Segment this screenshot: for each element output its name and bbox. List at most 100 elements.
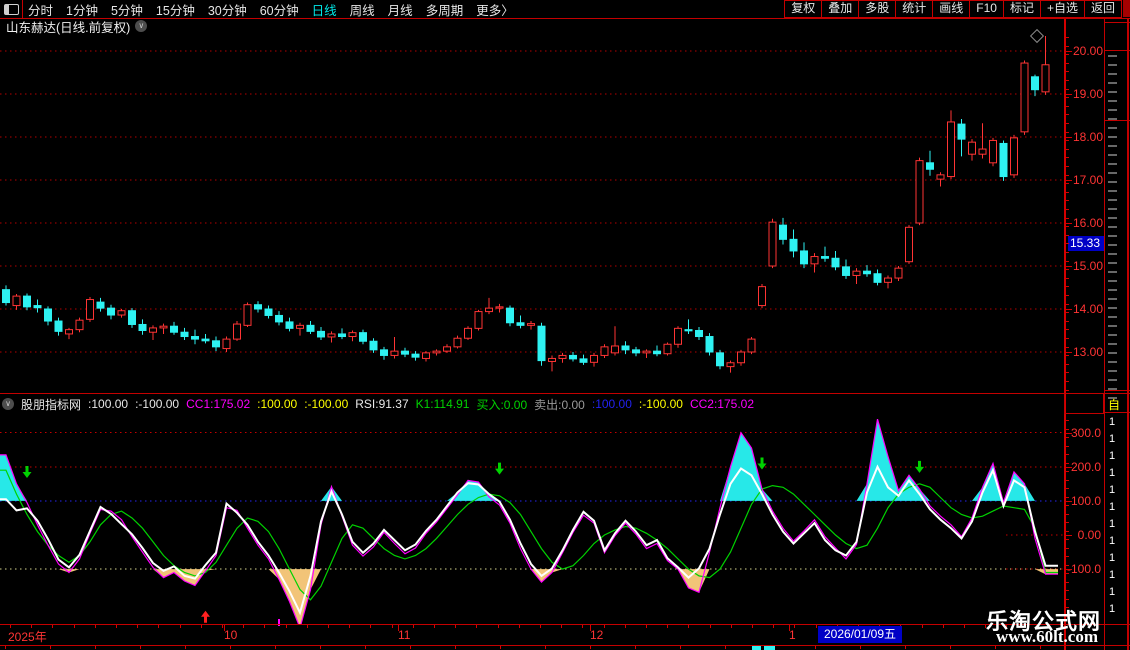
axis-minor-tick — [1066, 303, 1069, 305]
toolbar-period-min1[interactable]: 1分钟 — [66, 0, 98, 19]
timeline-tick — [498, 625, 499, 628]
axis-minor-tick — [1066, 54, 1069, 56]
layout-toggle-button[interactable] — [0, 0, 23, 18]
right-edge-border — [1127, 0, 1129, 650]
timeline-tick — [434, 625, 435, 628]
sliver-tick — [50, 646, 51, 649]
timeline-tick — [519, 625, 520, 628]
timeline-tick — [116, 625, 117, 628]
axis-minor-tick — [1066, 462, 1069, 464]
timeline-tick — [752, 625, 753, 628]
axis-minor-tick — [1066, 329, 1069, 331]
clipped-cyan-fragment — [764, 646, 775, 650]
axis-minor-tick — [1066, 243, 1069, 245]
cursor-date-badge: 2026/01/09五 — [818, 626, 902, 643]
toolbar-button-adjust[interactable]: 复权 — [784, 0, 823, 18]
toolbar-button-add-watchlist[interactable]: +自选 — [1039, 0, 1085, 18]
timeline-tick — [773, 625, 774, 628]
indicator-value: CC1:175.02 — [186, 397, 251, 411]
axis-minor-tick — [1066, 260, 1069, 262]
toolbar-button-mark[interactable]: 标记 — [1002, 0, 1041, 18]
buy-arrow — [201, 610, 210, 623]
sliver-tick — [815, 646, 816, 649]
chart-title[interactable]: 山东赫达(日线.前复权) — [6, 17, 130, 36]
axis-tick — [1066, 352, 1072, 353]
price-axis-label: 13.00 — [1073, 345, 1104, 359]
toolbar-button-draw-line[interactable]: 画线 — [932, 0, 971, 18]
toolbar-button-multi-stock[interactable]: 多股 — [858, 0, 897, 18]
toolbar-period-weekly[interactable]: 周线 — [350, 0, 375, 19]
toolbar-period-more[interactable]: 更多〉 — [476, 0, 514, 19]
axis-minor-tick — [1066, 80, 1069, 81]
axis-minor-tick — [1066, 363, 1069, 365]
chevron-down-circle-icon[interactable]: ∨ — [135, 20, 148, 32]
price-gridlines — [0, 50, 1064, 353]
indicator-line-cc1 — [0, 418, 1058, 626]
indicator-name[interactable]: 股朋指标网 — [21, 396, 81, 413]
indicator-value: CC2:175.02 — [689, 397, 754, 411]
timeline-bottom-divider — [0, 645, 1130, 646]
indicator-panel-divider — [0, 393, 1130, 394]
toolbar-period-min5[interactable]: 5分钟 — [111, 0, 143, 19]
axis-minor-tick — [1066, 114, 1069, 116]
indicator-chart[interactable] — [0, 414, 1064, 626]
timeline-tick — [95, 625, 96, 628]
axis-minor-tick — [1066, 269, 1069, 271]
axis-minor-tick — [1066, 573, 1069, 574]
value-axis-column: 15.33 20.00 19.00 18.00 17.00 16.00 15.00 14.0… — [1064, 19, 1107, 650]
axis-tick — [1066, 466, 1072, 468]
axis-minor-tick — [1066, 564, 1069, 566]
axis-tick — [1066, 569, 1072, 571]
toolbar-period-timeshare[interactable]: 分时 — [28, 0, 53, 19]
axis-minor-tick — [1066, 105, 1069, 107]
axis-strip-divider — [1104, 19, 1105, 650]
sliver-tick — [500, 646, 501, 649]
indicator-value: 买入:0.00 — [476, 397, 528, 412]
toolbar-period-min60[interactable]: 60分钟 — [260, 0, 299, 19]
axis-minor-tick — [1066, 71, 1069, 73]
toolbar-button-back[interactable]: 返回 — [1083, 0, 1122, 18]
indicator-axis-label: 300.0 — [1070, 425, 1101, 440]
axis-minor-tick — [1066, 131, 1069, 133]
sliver-tick — [320, 646, 321, 649]
toolbar-period-monthly[interactable]: 月线 — [388, 0, 413, 19]
axis-minor-tick — [1066, 505, 1069, 506]
indicator-chevron-circle-icon[interactable]: ∨ — [2, 398, 14, 410]
toolbar-period-min30[interactable]: 30分钟 — [208, 0, 247, 19]
indicator-value: :100.00 — [257, 397, 298, 411]
sliver-tick — [635, 646, 636, 649]
cursor-price-badge: 15.33 — [1068, 236, 1107, 251]
toolbar-button-f10[interactable]: F10 — [969, 0, 1004, 18]
toolbar-button-overlay[interactable]: 叠加 — [821, 0, 860, 18]
sliver-tick — [590, 646, 591, 649]
toolbar-button-stats[interactable]: 统计 — [895, 0, 934, 18]
timeline-tick — [328, 625, 329, 628]
strip-digit: 1 — [1109, 535, 1116, 547]
axis-minor-tick — [1066, 479, 1069, 481]
indicator-axis-label: 200.0 — [1070, 459, 1101, 474]
panel-layout-icon — [3, 3, 19, 15]
toolbar-end-block — [1123, 0, 1130, 17]
strip-digit: 1 — [1109, 433, 1116, 445]
timeline-tick — [413, 625, 414, 628]
timeline-axis[interactable]: 2025年 10 11 12 1 2026/01/09五 — [0, 625, 1130, 645]
axis-minor-tick — [1066, 496, 1069, 498]
sliver-tick — [275, 646, 276, 649]
indicator-axis-label: 100.0 — [1070, 493, 1101, 508]
sliver-tick — [185, 646, 186, 649]
axis-minor-tick — [1066, 513, 1069, 515]
axis-minor-tick — [1066, 556, 1069, 557]
timeline-tick — [625, 625, 626, 628]
candlestick-chart[interactable] — [0, 33, 1064, 393]
axis-tick — [1066, 500, 1072, 502]
timeline-month-tick — [789, 625, 790, 631]
timeline-label: 12 — [590, 628, 604, 642]
toolbar-period-multi-period[interactable]: 多周期 — [426, 0, 464, 19]
axis-minor-tick — [1066, 148, 1069, 150]
toolbar-period-daily[interactable]: 日线 — [312, 0, 337, 19]
axis-minor-tick — [1066, 252, 1069, 253]
timeline-month-tick — [590, 625, 591, 631]
timeline-tick — [222, 625, 223, 628]
timeline-tick — [604, 625, 605, 628]
toolbar-period-min15[interactable]: 15分钟 — [156, 0, 195, 19]
